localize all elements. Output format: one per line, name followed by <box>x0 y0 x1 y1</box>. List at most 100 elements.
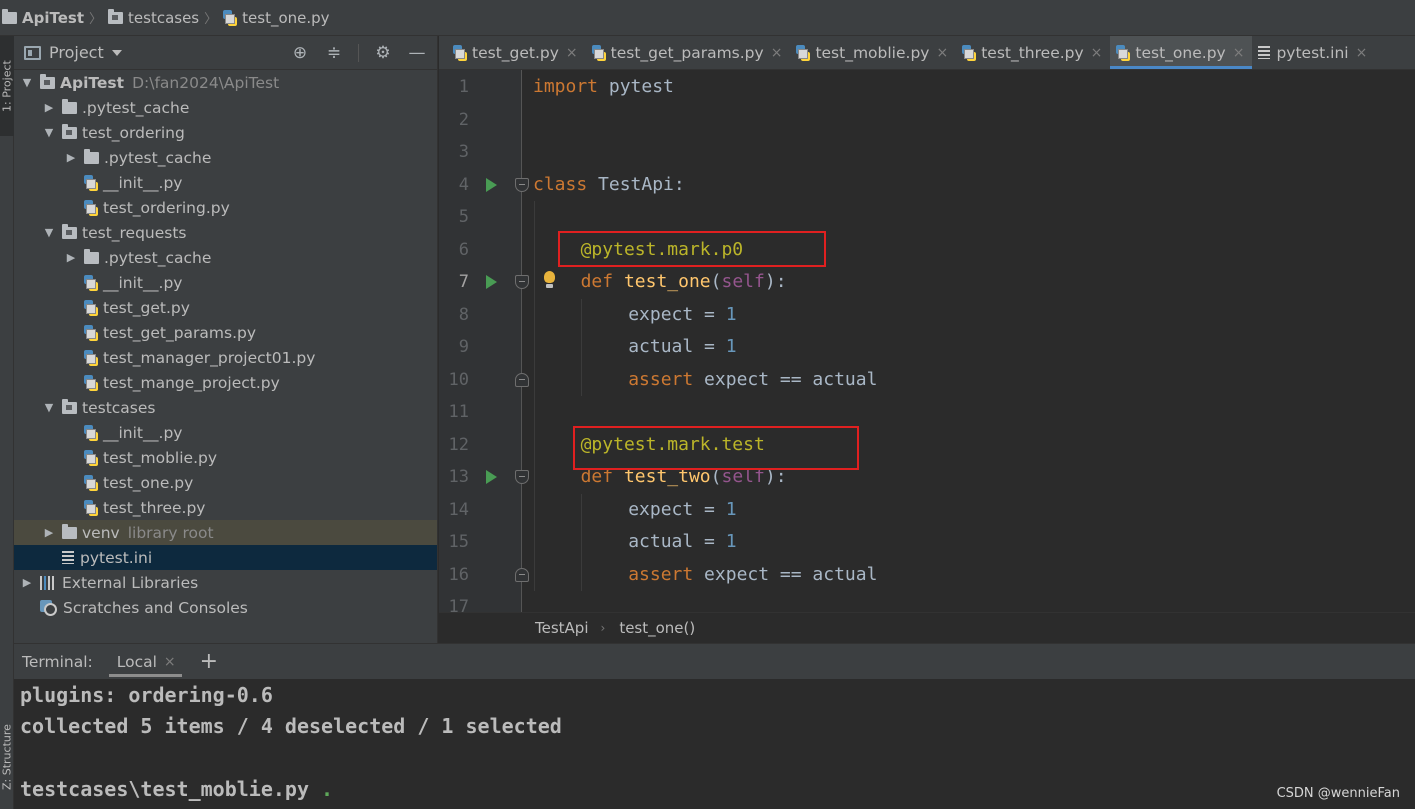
line-number: 12 <box>448 434 469 455</box>
editor-tab[interactable]: pytest.ini × <box>1252 36 1375 69</box>
editor-tab[interactable]: test_one.py × <box>1110 36 1253 69</box>
tree-item[interactable]: ▶test_one.py <box>14 470 437 495</box>
close-icon[interactable]: × <box>1091 45 1103 61</box>
editor-tab-label: test_three.py <box>981 43 1084 62</box>
run-icon[interactable] <box>486 275 497 289</box>
close-icon[interactable]: × <box>1233 45 1245 61</box>
tree-item[interactable]: ▼ test_requests <box>14 220 437 245</box>
tree-item-label: test_ordering.py <box>103 198 230 217</box>
tree-item[interactable]: ▶test_mange_project.py <box>14 370 437 395</box>
tree-item[interactable]: ▶test_moblie.py <box>14 445 437 470</box>
chevron-right-icon[interactable]: ▶ <box>20 576 34 589</box>
fold-close-icon[interactable] <box>515 372 529 387</box>
chevron-right-icon: 〉 <box>204 12 218 27</box>
indent-guide <box>534 201 535 591</box>
code-line[interactable]: def test_one(self): <box>581 266 787 298</box>
fold-open-icon[interactable] <box>515 275 529 289</box>
tree-item[interactable]: ▶ venv library root <box>14 520 437 545</box>
tree-item[interactable]: ▶__init__.py <box>14 420 437 445</box>
close-icon[interactable]: × <box>566 45 578 61</box>
tree-item-label: venv <box>82 523 120 542</box>
tree-item[interactable]: ▶ .pytest_cache <box>14 245 437 270</box>
target-icon[interactable]: ⊕ <box>290 43 310 63</box>
fold-close-icon[interactable] <box>515 567 529 582</box>
code-line[interactable]: class TestApi: <box>533 169 685 201</box>
tree-item[interactable]: ▶ .pytest_cache <box>14 145 437 170</box>
tree-item[interactable]: ▶pytest.ini <box>14 545 437 570</box>
tree-item[interactable]: ▶Scratches and Consoles <box>14 595 437 620</box>
terminal-label: Terminal: <box>22 652 93 671</box>
tree-item-label: test_get.py <box>103 298 190 317</box>
new-terminal-plus-icon[interactable]: + <box>200 649 218 674</box>
tree-item[interactable]: ▶test_manager_project01.py <box>14 345 437 370</box>
minimize-icon[interactable]: — <box>407 43 427 63</box>
code-line[interactable]: expect = 1 <box>628 494 736 526</box>
close-icon[interactable]: × <box>1356 45 1368 61</box>
run-icon[interactable] <box>486 177 497 192</box>
editor-tab[interactable]: test_get.py × <box>447 36 586 69</box>
chevron-right-icon: › <box>600 621 606 635</box>
breadcrumb-folder[interactable]: testcases 〉 <box>108 0 223 35</box>
fold-open-icon[interactable] <box>515 177 529 192</box>
code-line[interactable]: import pytest <box>533 71 674 103</box>
code-token: import <box>533 76 599 97</box>
tree-item[interactable]: ▶__init__.py <box>14 170 437 195</box>
tree-item[interactable]: ▼ test_ordering <box>14 120 437 145</box>
editor-breadcrumb-class[interactable]: TestApi <box>535 619 589 637</box>
chevron-right-icon[interactable]: ▶ <box>64 251 78 264</box>
chevron-right-icon[interactable]: ▶ <box>42 526 56 539</box>
chevron-right-icon[interactable]: ▶ <box>64 151 78 164</box>
code-line[interactable]: expect = 1 <box>628 299 736 331</box>
project-tool-tab[interactable]: 1: Project <box>0 36 14 136</box>
terminal-output[interactable]: plugins: ordering-0.6 collected 5 items … <box>14 679 1415 809</box>
python-file-icon <box>223 9 238 26</box>
tree-item[interactable]: ▶test_ordering.py <box>14 195 437 220</box>
python-file-icon <box>796 44 811 61</box>
code-token: 1 <box>725 336 737 357</box>
collapse-icon[interactable]: ≑ <box>324 43 344 63</box>
tree-item[interactable]: ▶ .pytest_cache <box>14 95 437 120</box>
tree-item[interactable]: ▶test_three.py <box>14 495 437 520</box>
code-token: class <box>533 173 588 195</box>
editor-tab[interactable]: test_get_params.py × <box>586 36 791 69</box>
editor-tab-label: test_get.py <box>472 43 559 62</box>
code-line[interactable]: assert expect == actual <box>628 559 877 591</box>
fold-open-icon[interactable] <box>515 470 529 484</box>
chevron-down-icon[interactable]: ▼ <box>20 76 34 89</box>
code-editor[interactable]: 1 2 3 4 5 6 7 8 9 10 11 12 13 14 15 16 17 import pytest c… <box>439 70 1415 612</box>
structure-tool-tab[interactable]: Z: Structure <box>0 712 14 802</box>
terminal-tab-local[interactable]: Local × <box>108 644 182 679</box>
code-line[interactable]: assert expect == actual <box>628 364 877 396</box>
tree-item[interactable]: ▶__init__.py <box>14 270 437 295</box>
chevron-down-icon[interactable]: ▼ <box>42 126 56 139</box>
chevron-down-icon[interactable]: ▼ <box>42 226 56 239</box>
editor-breadcrumb-method[interactable]: test_one() <box>619 619 695 637</box>
tree-item[interactable]: ▶ External Libraries <box>14 570 437 595</box>
python-file-icon <box>1116 44 1131 61</box>
tree-item[interactable]: ▼ testcases <box>14 395 437 420</box>
tree-item[interactable]: ▶test_get_params.py <box>14 320 437 345</box>
chevron-down-icon[interactable]: ▼ <box>42 401 56 414</box>
chevron-right-icon[interactable]: ▶ <box>42 101 56 114</box>
python-file-icon <box>84 349 98 366</box>
module-folder-icon <box>62 123 77 139</box>
python-file-icon <box>84 199 98 216</box>
code-line[interactable]: actual = 1 <box>628 526 736 558</box>
python-file-icon <box>84 449 98 466</box>
lightbulb-icon[interactable] <box>543 271 556 291</box>
chevron-down-icon[interactable] <box>111 49 122 56</box>
editor-tab[interactable]: test_three.py × <box>956 36 1110 69</box>
code-line[interactable]: actual = 1 <box>628 331 736 363</box>
tree-item[interactable]: ▶test_get.py <box>14 295 437 320</box>
close-icon[interactable]: × <box>771 45 783 61</box>
python-file-icon <box>84 274 98 291</box>
gear-icon[interactable]: ⚙ <box>373 43 393 63</box>
breadcrumb-file[interactable]: test_one.py <box>223 0 330 35</box>
close-icon[interactable]: × <box>164 654 176 670</box>
breadcrumb-project[interactable]: ApiTest 〉 <box>2 0 108 35</box>
project-view-selector[interactable]: Project <box>49 43 104 62</box>
editor-tab[interactable]: test_moblie.py × <box>790 36 956 69</box>
close-icon[interactable]: × <box>936 45 948 61</box>
run-icon[interactable] <box>486 470 497 484</box>
tree-item[interactable]: ▼ ApiTest D:\fan2024\ApiTest <box>14 70 437 95</box>
